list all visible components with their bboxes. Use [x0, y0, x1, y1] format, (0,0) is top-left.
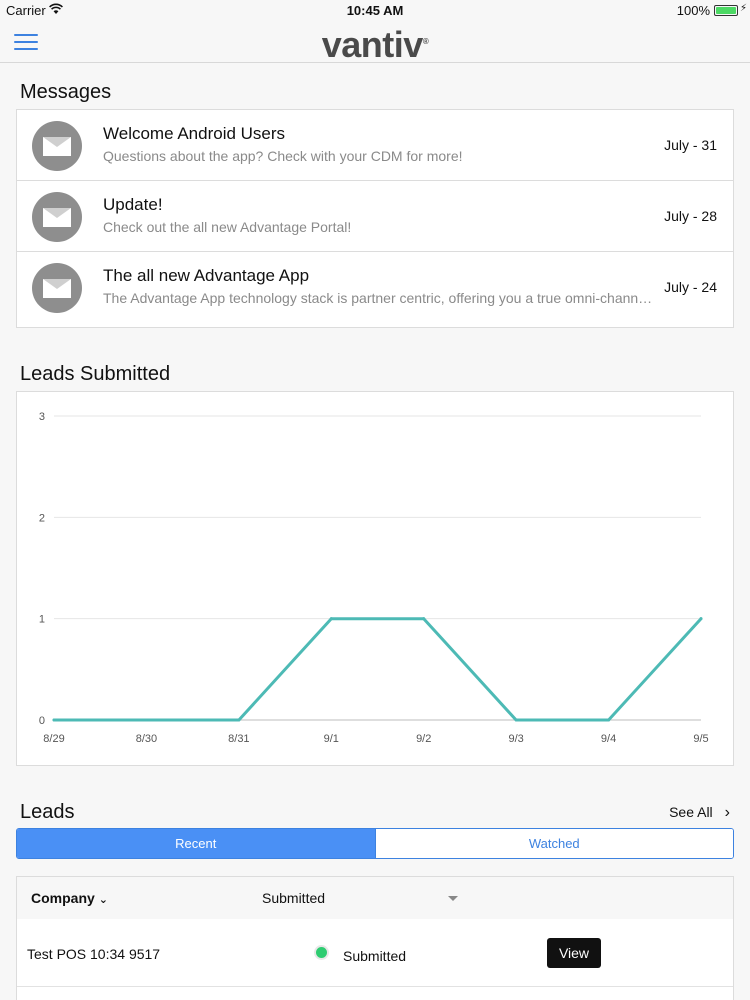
- envelope-icon: [32, 121, 82, 171]
- vantiv-logo: vantiv®: [0, 24, 750, 66]
- envelope-icon: [32, 192, 82, 242]
- battery-icon: [714, 5, 738, 16]
- messages-card: Welcome Android Users Questions about th…: [16, 109, 734, 328]
- y-tick-label: 1: [39, 614, 45, 626]
- data-point: [514, 718, 518, 722]
- message-date: July - 28: [664, 208, 717, 224]
- x-tick-label: 9/3: [508, 733, 523, 745]
- x-tick-label: 9/2: [416, 733, 431, 745]
- x-tick-label: 8/29: [43, 733, 64, 745]
- leads-table: Company ⌄ Submitted Test POS 10:34 9517 S…: [16, 876, 734, 1000]
- x-tick-label: 9/1: [324, 733, 339, 745]
- x-tick-label: 8/30: [136, 733, 157, 745]
- x-tick-label: 8/31: [228, 733, 249, 745]
- data-point: [144, 718, 148, 722]
- data-point: [699, 617, 703, 621]
- message-subtitle: The Advantage App technology stack is pa…: [103, 290, 653, 306]
- see-all-label: See All: [669, 804, 713, 820]
- message-title: The all new Advantage App: [103, 266, 310, 285]
- y-tick-label: 2: [39, 512, 45, 524]
- data-point: [329, 617, 333, 621]
- logo-text: vantiv: [321, 24, 424, 65]
- chevron-down-icon: ⌄: [98, 894, 109, 906]
- status-bar: Carrier 10:45 AM 100% ⚡: [0, 0, 750, 22]
- message-row[interactable]: The all new Advantage App The Advantage …: [17, 252, 733, 323]
- data-point: [52, 718, 56, 722]
- leads-line-chart: 0 1 2 3 8/29 8/30 8/31 9/1 9/2 9/3 9/4 9/5: [39, 411, 709, 745]
- lead-status: Submitted: [343, 948, 407, 964]
- chevron-right-icon: ›: [724, 804, 730, 821]
- leads-title: Leads: [20, 801, 75, 823]
- tab-watched[interactable]: Watched: [374, 829, 733, 858]
- company-sort-header[interactable]: Company ⌄: [31, 890, 108, 906]
- battery-percent: 100%: [676, 3, 710, 18]
- leads-chart-card: 0 1 2 3 8/29 8/30 8/31 9/1 9/2 9/3 9/4 9/5: [16, 391, 734, 766]
- y-tick-label: 0: [39, 715, 45, 727]
- message-title: Update!: [103, 195, 163, 214]
- table-row: Test POS 10:34 9517 Submitted View: [17, 919, 733, 987]
- series-line: [52, 617, 703, 722]
- tab-recent[interactable]: Recent: [17, 829, 375, 858]
- status-dot-icon: [314, 945, 329, 960]
- message-subtitle: Check out the all new Advantage Portal!: [103, 219, 352, 235]
- dropdown-arrow-icon[interactable]: [448, 896, 458, 901]
- messages-title: Messages: [20, 81, 112, 103]
- leads-submitted-title: Leads Submitted: [20, 363, 171, 385]
- message-title: Welcome Android Users: [103, 124, 286, 143]
- see-all-link[interactable]: See All ›: [669, 804, 730, 822]
- data-point: [237, 718, 241, 722]
- message-row[interactable]: Update! Check out the all new Advantage …: [17, 181, 733, 252]
- message-date: July - 24: [664, 279, 717, 295]
- message-subtitle: Questions about the app? Check with your…: [103, 148, 463, 164]
- data-point: [422, 617, 426, 621]
- status-filter-select[interactable]: Submitted: [262, 890, 325, 906]
- charging-bolt-icon: ⚡: [739, 3, 747, 14]
- lead-company: Test POS 10:34 9517: [27, 946, 161, 962]
- leads-table-header: Company ⌄ Submitted: [17, 877, 733, 919]
- leads-tab-control: Recent Watched: [16, 828, 734, 859]
- company-header-label: Company: [31, 890, 95, 906]
- x-tick-label: 9/4: [601, 733, 616, 745]
- envelope-icon: [32, 263, 82, 313]
- data-point: [607, 718, 611, 722]
- view-button[interactable]: View: [547, 938, 601, 968]
- message-date: July - 31: [664, 137, 717, 153]
- clock: 10:45 AM: [346, 3, 404, 18]
- y-tick-label: 3: [39, 411, 45, 423]
- message-row[interactable]: Welcome Android Users Questions about th…: [17, 110, 733, 181]
- registered-mark: ®: [422, 37, 429, 46]
- nav-bar: vantiv®: [0, 22, 750, 66]
- x-tick-label: 9/5: [693, 733, 708, 745]
